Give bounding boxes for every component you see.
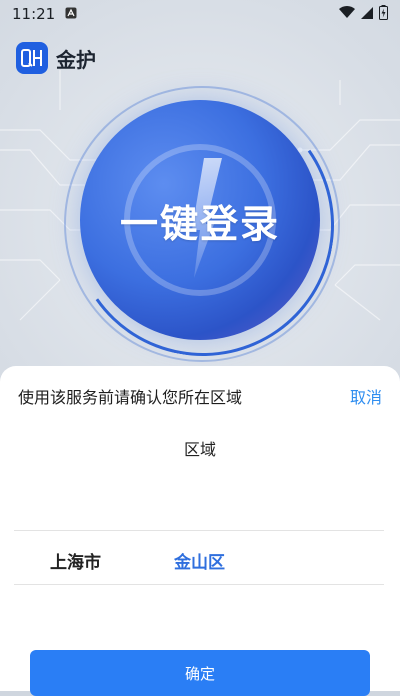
status-time: 11:21 bbox=[12, 5, 56, 23]
sheet-header: 使用该服务前请确认您所在区域 取消 bbox=[18, 384, 382, 408]
a-badge-icon bbox=[65, 5, 77, 23]
picker-divider-top bbox=[14, 530, 384, 531]
signal-icon bbox=[361, 5, 373, 23]
sheet-subtitle: 区域 bbox=[183, 440, 216, 459]
app-header: 金护 bbox=[16, 42, 96, 74]
region-sheet: 使用该服务前请确认您所在区域 取消 区域 上海市 金山区 确定 bbox=[0, 366, 400, 696]
qh-logo-icon bbox=[16, 42, 48, 74]
wifi-icon bbox=[339, 5, 355, 23]
login-label: 一键登录 bbox=[119, 201, 280, 246]
city-picker-item[interactable]: 上海市 bbox=[50, 548, 101, 573]
sheet-prompt: 使用该服务前请确认您所在区域 bbox=[18, 388, 243, 407]
one-click-login-button[interactable]: 一键登录 bbox=[80, 100, 320, 340]
confirm-button[interactable]: 确定 bbox=[30, 650, 370, 696]
cancel-button[interactable]: 取消 bbox=[350, 384, 382, 408]
picker-divider-bottom bbox=[14, 584, 384, 585]
battery-charging-icon bbox=[379, 4, 388, 24]
app-title: 金护 bbox=[56, 47, 96, 72]
district-picker-item[interactable]: 金山区 bbox=[174, 548, 225, 573]
status-bar: 11:21 bbox=[0, 0, 400, 28]
